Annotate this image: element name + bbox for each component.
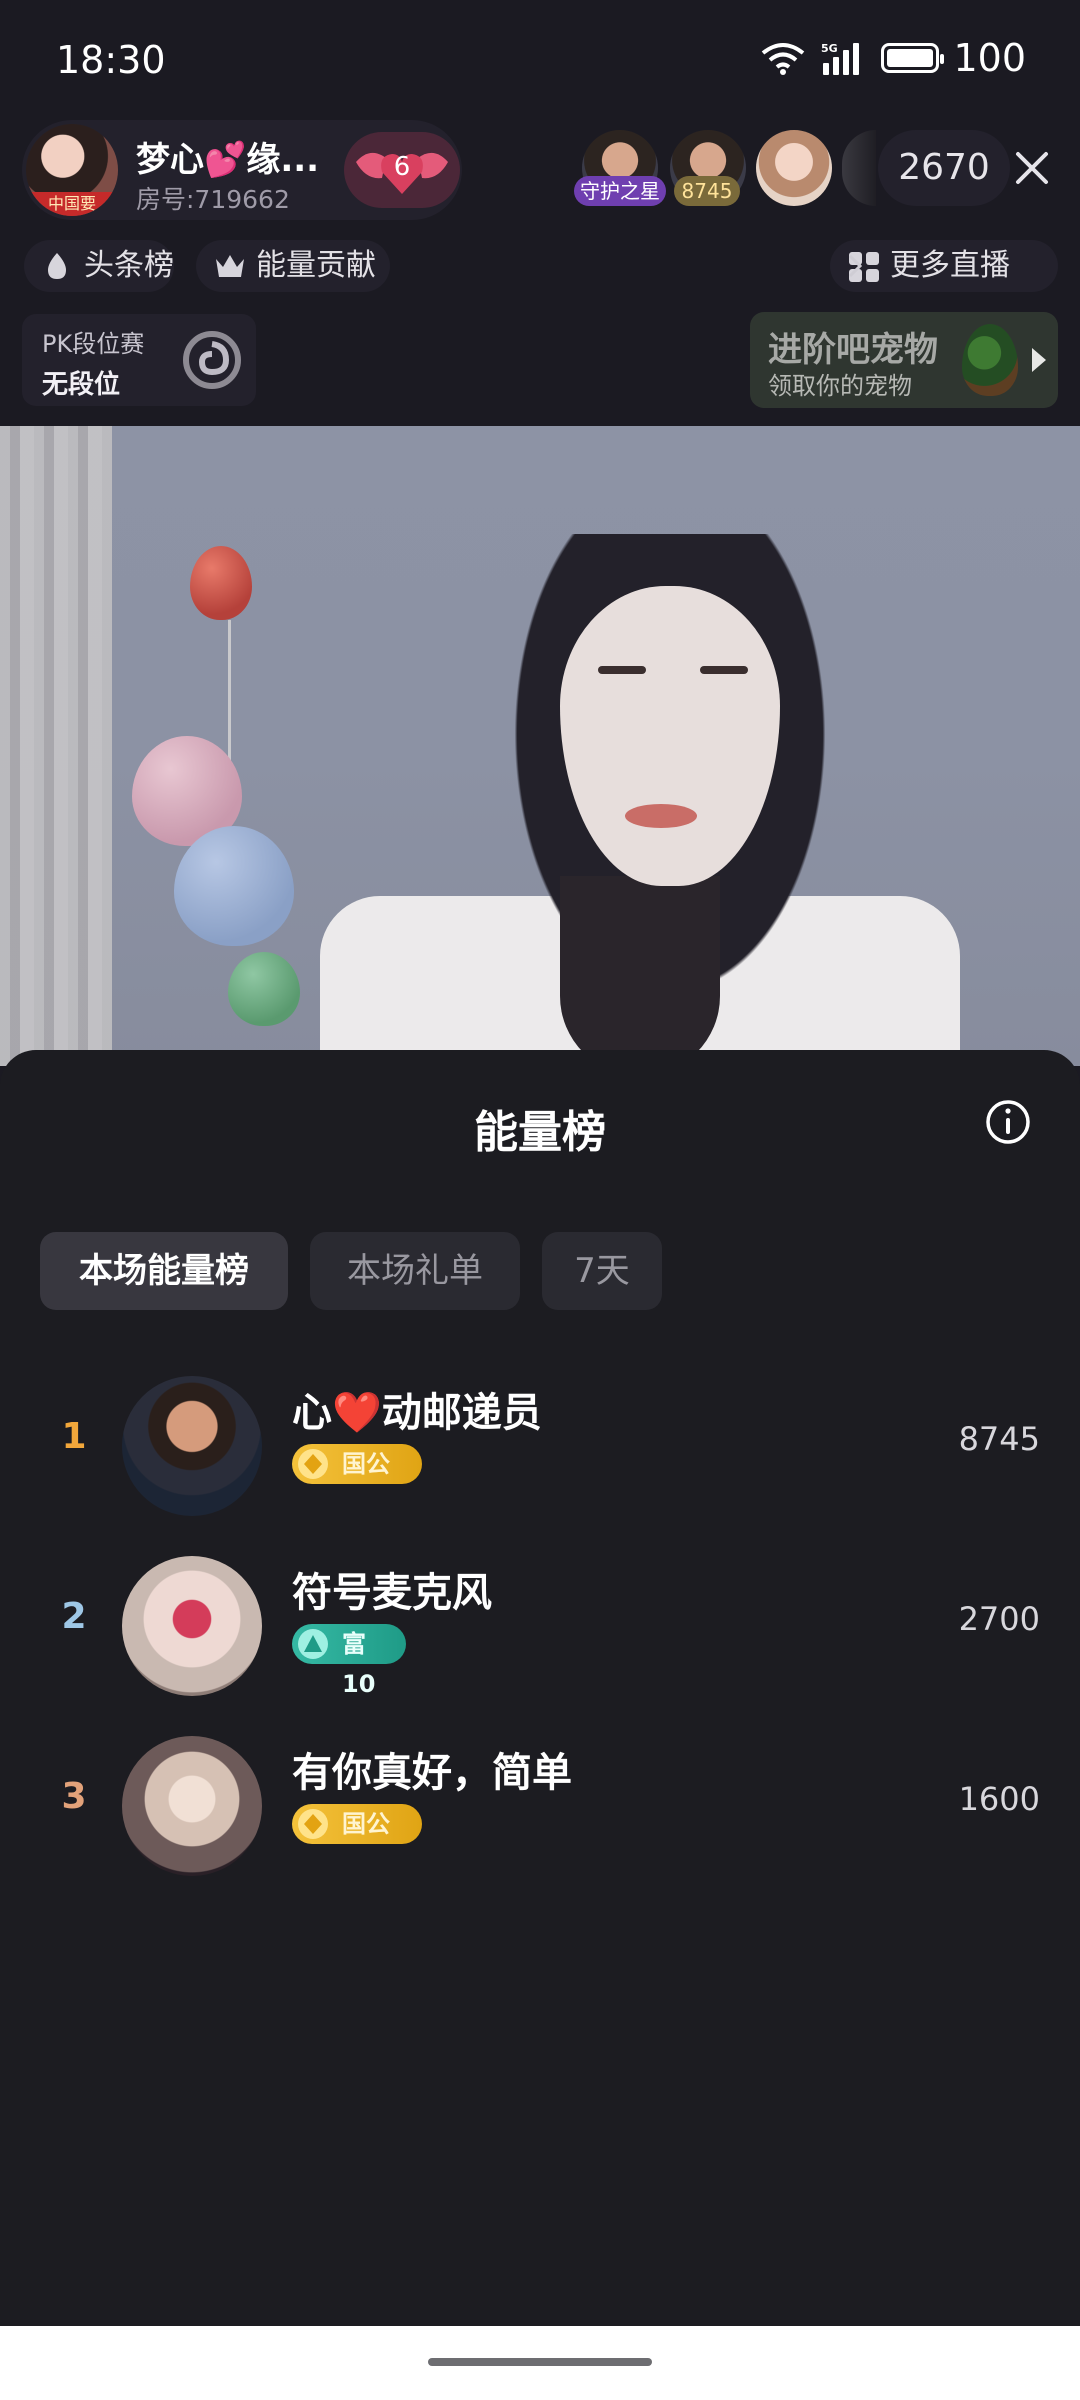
flame-icon (48, 253, 66, 279)
status-icons: 5G 100 (761, 36, 1026, 80)
pk-rank-card[interactable]: PK段位赛 无段位 (22, 314, 256, 406)
status-bar: 18:30 5G 100 (0, 0, 1080, 120)
signal-icon: 5G (821, 42, 860, 75)
user-level-label: 富10 (342, 1630, 376, 1698)
user-level-label: 国公 (342, 1450, 390, 1478)
ranking-row[interactable]: 3 有你真好，简单 国公 1600 (0, 1730, 1080, 1880)
battery-level: 100 (953, 36, 1026, 80)
rank-number: 2 (61, 1596, 87, 1637)
crown-icon (216, 255, 244, 277)
user-level-badge: 国公 (292, 1804, 422, 1844)
sheet-title: 能量榜 (474, 1107, 606, 1158)
viewer-tag-score: 8745 (674, 176, 740, 206)
user-level-badge: 国公 (292, 1444, 422, 1484)
live-room-screen: 18:30 5G 100 中国要 梦心💕缘... 房号:719662 6 守护之… (0, 0, 1080, 2400)
chevron-right-icon (848, 254, 862, 278)
energy-ranking-sheet: 能量榜 本场能量榜 本场礼单 7天 1 心❤️动邮递员 国公 8745 2 符号… (0, 1050, 1080, 2326)
system-nav-bar (0, 2326, 1080, 2400)
video-curtain (0, 426, 112, 1066)
tab-7-days[interactable]: 7天 (542, 1232, 662, 1310)
pk-title: PK段位赛 (42, 330, 145, 358)
more-live-chip[interactable]: 更多直播 (830, 240, 1058, 292)
rank-number: 1 (61, 1416, 87, 1457)
user-avatar[interactable] (122, 1736, 262, 1876)
play-arrow-icon (1032, 348, 1046, 372)
user-name: 有你真好，简单 (292, 1750, 572, 1796)
user-name: 心❤️动邮递员 (292, 1390, 542, 1436)
pet-title: 进阶吧宠物 (768, 330, 938, 370)
video-balloon (228, 952, 300, 1026)
pet-subtitle: 领取你的宠物 (768, 372, 912, 400)
pet-promo-card[interactable]: 进阶吧宠物 领取你的宠物 (750, 312, 1058, 408)
user-avatar[interactable] (122, 1556, 262, 1696)
host-level-number: 6 (393, 152, 411, 182)
video-person-eye (598, 666, 646, 674)
energy-contrib-label: 能量贡献 (256, 248, 376, 283)
rank-number: 3 (61, 1776, 87, 1817)
wifi-icon (762, 43, 805, 75)
user-level-badge: 富10 (292, 1624, 406, 1698)
host-room-number: 房号:719662 (136, 185, 290, 214)
ranking-row[interactable]: 2 符号麦克风 富10 2700 (0, 1550, 1080, 1700)
host-info[interactable]: 中国要 梦心💕缘... 房号:719662 6 (22, 120, 462, 220)
close-icon[interactable] (1010, 146, 1054, 190)
viewer-avatar[interactable] (842, 130, 876, 206)
user-score: 2700 (958, 1600, 1040, 1638)
viewer-avatar[interactable] (756, 130, 832, 206)
diamond-icon (298, 1449, 328, 1479)
user-name: 符号麦克风 (292, 1570, 492, 1616)
host-avatar[interactable]: 中国要 (26, 124, 118, 216)
live-video[interactable] (0, 426, 1080, 1066)
info-icon[interactable] (984, 1098, 1032, 1146)
ranking-row[interactable]: 1 心❤️动邮递员 国公 8745 (0, 1370, 1080, 1520)
headlines-chip[interactable]: 头条榜 (24, 240, 174, 292)
host-name: 梦心💕缘... (136, 140, 320, 180)
video-person-lips (625, 804, 697, 828)
triangle-icon (298, 1629, 328, 1659)
tab-session-gifts[interactable]: 本场礼单 (310, 1232, 520, 1310)
battery-icon (881, 43, 945, 73)
video-balloon (190, 546, 252, 620)
host-avatar-tag: 中国要 (26, 192, 118, 216)
user-score: 1600 (958, 1780, 1040, 1818)
headlines-label: 头条榜 (84, 248, 174, 283)
video-person-eye (700, 666, 748, 674)
home-handle[interactable] (428, 2358, 652, 2366)
tab-session-energy[interactable]: 本场能量榜 (40, 1232, 288, 1310)
host-level-badge[interactable]: 6 (344, 132, 460, 208)
viewer-count[interactable]: 2670 (878, 130, 1010, 206)
video-person-neck (560, 876, 720, 1066)
svg-text:5G: 5G (821, 42, 838, 55)
user-score: 8745 (958, 1420, 1040, 1458)
video-balloon (174, 826, 294, 946)
pk-rank: 无段位 (42, 370, 121, 400)
energy-contrib-chip[interactable]: 能量贡献 (196, 240, 390, 292)
viewer-tag-guardian: 守护之星 (574, 176, 666, 206)
more-live-label: 更多直播 (890, 248, 1010, 283)
user-avatar[interactable] (122, 1376, 262, 1516)
user-level-label: 国公 (342, 1810, 390, 1838)
diamond-icon (298, 1809, 328, 1839)
pk-spiral-icon (183, 331, 241, 389)
status-time: 18:30 (56, 38, 166, 82)
pet-egg-icon (962, 324, 1018, 396)
